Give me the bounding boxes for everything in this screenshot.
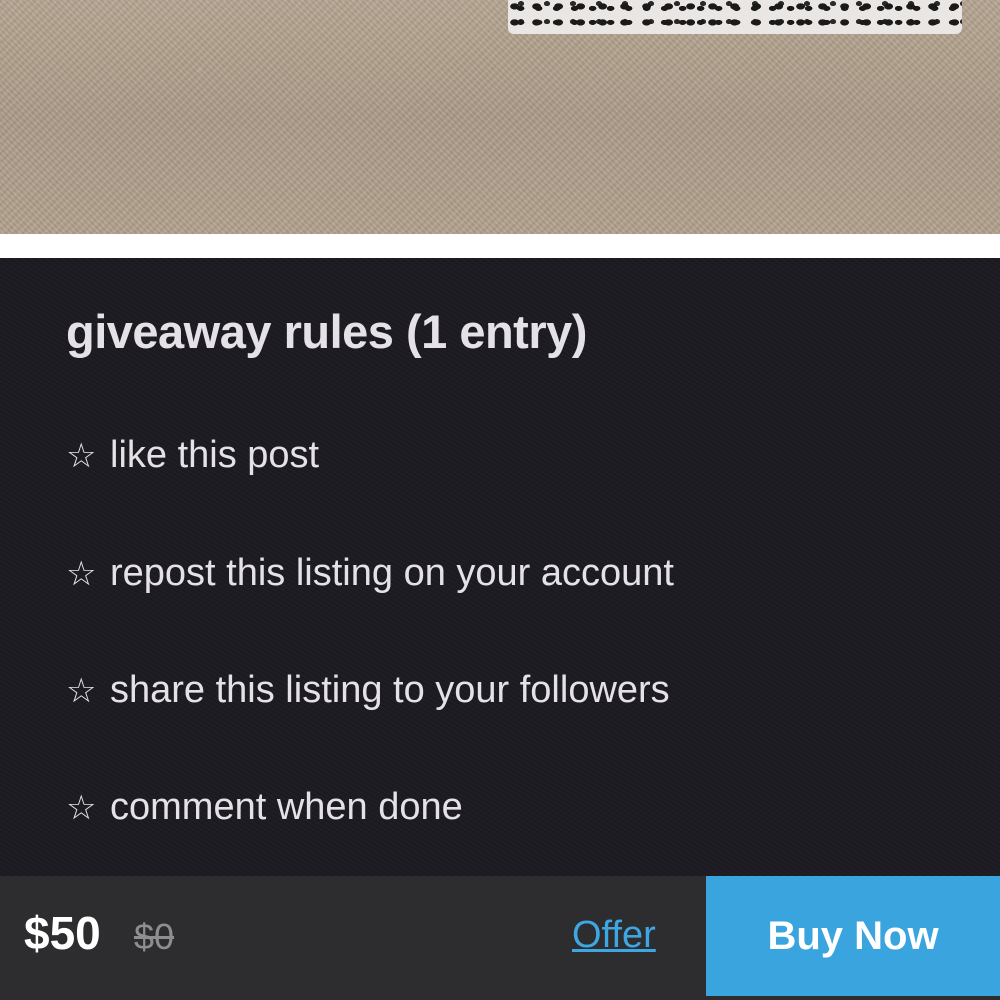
- star-outline-icon: ☆: [66, 435, 97, 476]
- rule-text: like this post: [110, 434, 320, 476]
- offer-link[interactable]: Offer: [572, 914, 656, 957]
- rule-text: repost this listing on your account: [110, 552, 674, 594]
- rule-item: ☆ repost this listing on your account: [66, 552, 674, 595]
- buy-now-button[interactable]: Buy Now: [706, 876, 1000, 996]
- purchase-bar: $50 $0 Offer Buy Now: [0, 876, 1000, 1000]
- listing-description: giveaway rules (1 entry) ☆ like this pos…: [0, 258, 1000, 876]
- star-outline-icon: ☆: [66, 670, 97, 711]
- listing-screen: giveaway rules (1 entry) ☆ like this pos…: [0, 0, 1000, 1000]
- rule-item: ☆ share this listing to your followers: [66, 669, 670, 712]
- star-outline-icon: ☆: [66, 787, 97, 828]
- rule-text: comment when done: [110, 786, 463, 828]
- leopard-print-garment: [508, 0, 962, 34]
- rule-item: ☆ like this post: [66, 434, 319, 477]
- star-outline-icon: ☆: [66, 553, 97, 594]
- rule-text: share this listing to your followers: [110, 669, 670, 711]
- rule-item: ☆ comment when done: [66, 786, 463, 829]
- listing-photo[interactable]: [0, 0, 1000, 234]
- price: $50: [24, 907, 101, 959]
- photo-divider: [0, 234, 1000, 258]
- original-price: $0: [134, 916, 175, 957]
- description-title: giveaway rules (1 entry): [66, 305, 587, 358]
